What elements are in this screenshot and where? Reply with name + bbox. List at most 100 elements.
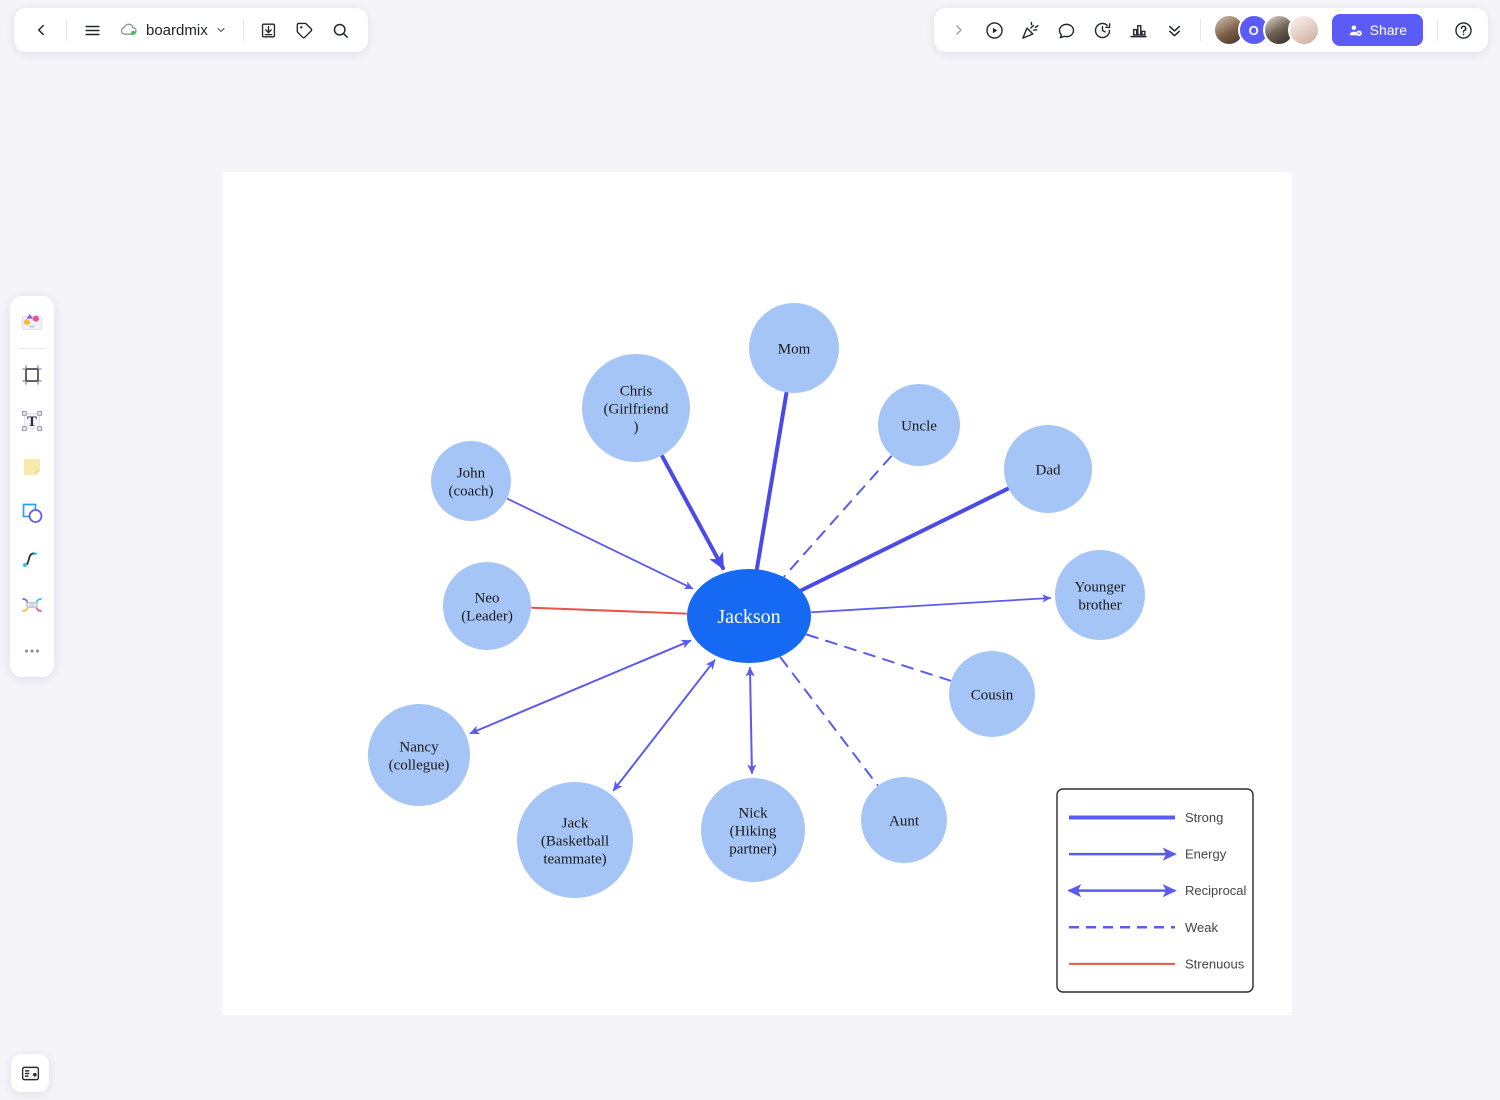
back-chevron-icon [38, 24, 44, 36]
node-chris[interactable]: Chris (Girlfriend) [582, 354, 690, 462]
pen-tool[interactable] [16, 543, 48, 575]
panel-settings-icon [21, 1066, 39, 1080]
node-ybrother[interactable]: Younger brother [1055, 550, 1145, 640]
node-label: partner) [729, 842, 776, 858]
comment-button[interactable] [1050, 13, 1084, 47]
legend-label: Weak [1185, 920, 1218, 935]
share-button-label: Share [1369, 22, 1407, 38]
frame-icon [22, 365, 42, 385]
node-label: Jackson [717, 606, 780, 628]
node-neo[interactable]: Neo (Leader) [443, 562, 531, 650]
templates-tool[interactable] [16, 306, 48, 338]
board-canvas[interactable]: Mom Chris (Girlfriend) John (coach) Neo (Leade… [222, 172, 1292, 1015]
expand-toolbar-button[interactable] [942, 13, 976, 47]
connector-tool[interactable] [16, 589, 48, 621]
node-label: Mom [778, 342, 811, 358]
more-dots-icon [24, 649, 40, 653]
connector-icon [22, 598, 42, 612]
download-icon [262, 22, 276, 38]
document-title-chip[interactable]: boardmix [111, 13, 235, 47]
top-right-toolbar: O Share [933, 8, 1488, 52]
node-cousin[interactable]: Cousin [949, 651, 1035, 737]
history-button[interactable] [1086, 13, 1120, 47]
pen-curve-icon [22, 551, 38, 568]
history-icon [1094, 22, 1111, 38]
edge-neo-jackson[interactable] [530, 606, 688, 615]
node-label: Nick [738, 806, 768, 822]
node-label: (Hiking [730, 824, 777, 840]
node-label: brother [1078, 598, 1121, 614]
present-button[interactable] [978, 13, 1012, 47]
tag-button[interactable] [288, 13, 322, 47]
node-aunt[interactable]: Aunt [861, 777, 947, 863]
legend-label: Reciprocal [1185, 883, 1247, 898]
templates-icon [21, 314, 43, 330]
legend-label: Energy [1185, 847, 1227, 862]
back-button[interactable] [24, 13, 58, 47]
edge-jackson-cousin[interactable] [806, 633, 952, 682]
edge-chris-jackson[interactable] [660, 454, 726, 571]
edge-uncle-jackson[interactable] [783, 455, 893, 578]
edge-jackson-ybrother[interactable] [810, 594, 1052, 614]
avatar[interactable] [1287, 14, 1320, 46]
node-label: Jack [562, 816, 589, 832]
divider [19, 348, 45, 349]
export-button[interactable] [252, 13, 286, 47]
divider [242, 19, 244, 41]
expand-chevron-icon [955, 25, 962, 35]
share-person-icon [1349, 25, 1362, 36]
node-label: Chris [620, 384, 653, 400]
edge-jackson-nancy[interactable] [469, 639, 692, 735]
edge-jackson-nick[interactable] [745, 666, 757, 775]
edge-mom-jackson[interactable] [754, 391, 789, 571]
top-left-toolbar: boardmix [14, 8, 368, 52]
sticky-note-icon [24, 459, 40, 475]
divider [1199, 19, 1201, 41]
node-label: Aunt [889, 814, 920, 830]
node-nick[interactable]: Nick (Hiking partner) [701, 778, 805, 882]
main-menu-button[interactable] [75, 13, 109, 47]
node-label: Uncle [901, 419, 937, 435]
node-jackson[interactable]: Jackson [687, 569, 811, 663]
shapes-tool[interactable] [16, 497, 48, 529]
node-label: (collegue) [389, 758, 450, 774]
chart-button[interactable] [1122, 13, 1156, 47]
shapes-icon [22, 503, 43, 523]
sticky-note-tool[interactable] [16, 451, 48, 483]
node-mom[interactable]: Mom [749, 303, 839, 393]
node-john[interactable]: John (coach) [431, 441, 511, 521]
node-label: Neo [475, 591, 500, 607]
panel-settings-button[interactable] [11, 1054, 49, 1092]
help-icon [1454, 21, 1472, 39]
ecomap-diagram: Mom Chris (Girlfriend) John (coach) Neo (Leade… [368, 303, 1254, 993]
celebrate-icon [1022, 21, 1039, 39]
node-label: (Girlfriend [604, 402, 669, 418]
node-uncle[interactable]: Uncle [878, 384, 960, 466]
help-button[interactable] [1446, 13, 1480, 47]
divider [1437, 19, 1438, 41]
legend-label: Strong [1185, 810, 1223, 825]
celebrate-button[interactable] [1014, 13, 1048, 47]
edge-dad-jackson[interactable] [799, 486, 1010, 592]
divider [66, 19, 67, 41]
text-icon: T [21, 410, 42, 431]
edge-jackson-aunt[interactable] [779, 656, 879, 786]
left-tool-rail: T [10, 296, 54, 677]
node-label: John [457, 466, 486, 482]
edge-john-jackson[interactable] [506, 498, 694, 590]
frame-tool[interactable] [16, 359, 48, 391]
edge-jackson-jack[interactable] [612, 659, 716, 792]
text-tool[interactable]: T [16, 405, 48, 437]
node-jack[interactable]: Jack (Basketball teammate) [517, 782, 633, 898]
node-label: Younger [1075, 580, 1126, 596]
collapse-button[interactable] [1158, 13, 1192, 47]
node-nancy[interactable]: Nancy (collegue) [368, 704, 470, 806]
cloud-icon [119, 22, 139, 38]
tag-icon [296, 22, 313, 38]
more-tools[interactable] [16, 635, 48, 667]
node-dad[interactable]: Dad [1004, 425, 1092, 513]
nodes-layer: Mom Chris (Girlfriend) John (coach) Neo (Leade… [368, 303, 1145, 898]
search-button[interactable] [324, 13, 358, 47]
node-label: (coach) [449, 484, 494, 500]
share-button[interactable]: Share [1331, 14, 1423, 46]
